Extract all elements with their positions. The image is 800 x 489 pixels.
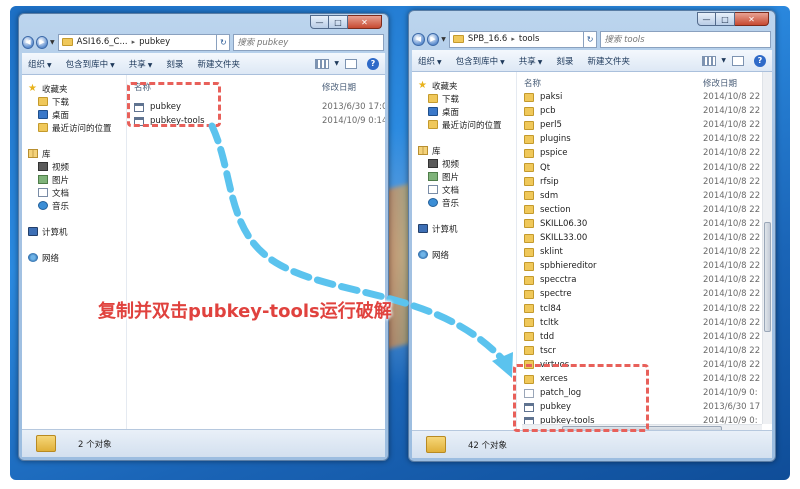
arrow-path bbox=[208, 122, 509, 366]
annotation-arrow bbox=[208, 122, 513, 378]
annotation-caption: 复制并双击pubkey-tools运行破解 bbox=[98, 301, 392, 322]
